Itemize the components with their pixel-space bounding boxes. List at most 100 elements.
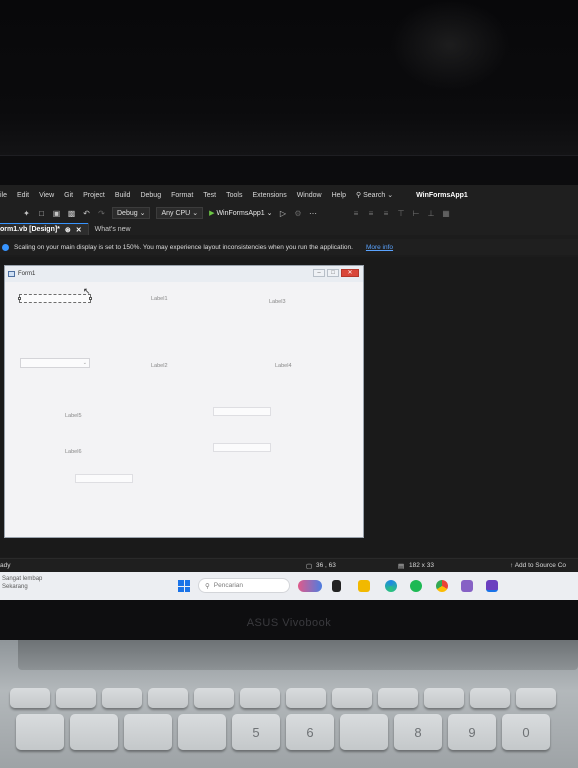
align-middle-icon[interactable]: ⊢ <box>412 209 421 218</box>
textbox-1[interactable] <box>18 294 92 303</box>
new-item-icon[interactable]: ✦ <box>22 209 31 218</box>
pin-icon[interactable]: ⊛ <box>65 226 71 234</box>
key-8[interactable]: 8 <box>394 714 442 750</box>
save-icon[interactable]: ▣ <box>52 209 61 218</box>
align-bottom-icon[interactable]: ⊥ <box>427 209 436 218</box>
taskbar-search-placeholder: Pencarian <box>213 582 244 589</box>
label-4[interactable]: Label4 <box>275 363 292 369</box>
label-6[interactable]: Label6 <box>65 449 82 455</box>
menu-debug[interactable]: Debug <box>135 192 166 199</box>
document-tabs: orm1.vb [Design]* ⊛ ✕ What's new <box>0 221 578 235</box>
edge-icon[interactable] <box>385 580 397 592</box>
more-info-link[interactable]: More info <box>366 244 393 251</box>
undo-icon[interactable]: ↶ <box>82 209 91 218</box>
vs-status-bar: ady ▢ 36 , 63 ▤ 182 x 33 ↑ Add to Source… <box>0 558 578 572</box>
menu-file[interactable]: ile <box>0 192 12 199</box>
key[interactable] <box>340 714 388 750</box>
laptop-bezel-top <box>0 155 578 185</box>
visual-studio-running-icon[interactable] <box>486 580 498 592</box>
configuration-dropdown[interactable]: Debug ⌄ <box>112 207 151 219</box>
function-key[interactable] <box>332 688 372 708</box>
textbox-4[interactable] <box>75 474 133 483</box>
key-0[interactable]: 0 <box>502 714 550 750</box>
function-key[interactable] <box>194 688 234 708</box>
status-ready: ady <box>0 562 11 569</box>
start-debugging-button[interactable]: ▶ WinFormsApp1 ⌄ <box>209 209 272 217</box>
key-5[interactable]: 5 <box>232 714 280 750</box>
menu-help[interactable]: Help <box>327 192 351 199</box>
align-right-icon[interactable]: ≡ <box>382 209 391 218</box>
align-top-icon[interactable]: ⊤ <box>397 209 406 218</box>
form-client-area[interactable]: ↖ Label1 Label3 ⌄ Label2 Label4 Label5 L… <box>5 282 363 537</box>
windows-start-icon[interactable] <box>178 580 190 592</box>
maximize-icon: □ <box>327 269 339 277</box>
textbox-2[interactable] <box>213 407 271 416</box>
search-menu[interactable]: ⚲ Search ⌄ <box>351 191 398 199</box>
resize-handle-left[interactable] <box>18 297 21 300</box>
menu-build[interactable]: Build <box>110 192 136 199</box>
function-key[interactable] <box>56 688 96 708</box>
overflow-icon[interactable]: ⋯ <box>309 209 318 218</box>
label-2[interactable]: Label2 <box>151 363 168 369</box>
hot-reload-icon[interactable]: ⚙ <box>294 209 303 218</box>
textbox-3[interactable] <box>213 443 271 452</box>
start-without-debugging-icon[interactable]: ▷ <box>279 209 288 218</box>
arrow-up-icon: ↑ <box>510 562 514 569</box>
task-view-icon[interactable] <box>332 580 341 592</box>
function-key[interactable] <box>286 688 326 708</box>
chrome-icon[interactable] <box>436 580 448 592</box>
function-key[interactable] <box>424 688 464 708</box>
widgets-app-icon[interactable] <box>298 580 322 592</box>
resize-handle-right[interactable] <box>89 297 92 300</box>
function-key[interactable] <box>240 688 280 708</box>
dark-room-background <box>0 0 578 160</box>
file-explorer-icon[interactable] <box>358 580 370 592</box>
menu-test[interactable]: Test <box>198 192 221 199</box>
redo-icon[interactable]: ↷ <box>97 209 106 218</box>
function-key[interactable] <box>102 688 142 708</box>
key-9[interactable]: 9 <box>448 714 496 750</box>
menu-tools[interactable]: Tools <box>221 192 247 199</box>
add-to-source-control-button[interactable]: ↑ Add to Source Co <box>510 562 566 569</box>
menu-project[interactable]: Project <box>78 192 110 199</box>
menu-view[interactable]: View <box>34 192 59 199</box>
function-key[interactable] <box>516 688 556 708</box>
key[interactable] <box>124 714 172 750</box>
key-6[interactable]: 6 <box>286 714 334 750</box>
make-same-size-icon[interactable]: ▦ <box>442 209 451 218</box>
align-center-icon[interactable]: ≡ <box>367 209 376 218</box>
function-key-row <box>10 688 556 708</box>
taskbar-search[interactable]: ⚲ Pencarian <box>198 578 290 593</box>
save-all-icon[interactable]: ▩ <box>67 209 76 218</box>
menu-edit[interactable]: Edit <box>12 192 34 199</box>
label-5[interactable]: Label5 <box>65 413 82 419</box>
menu-format[interactable]: Format <box>166 192 198 199</box>
spotify-icon[interactable] <box>410 580 422 592</box>
align-left-icon[interactable]: ≡ <box>352 209 361 218</box>
menu-git[interactable]: Git <box>59 192 78 199</box>
function-key[interactable] <box>378 688 418 708</box>
open-file-icon[interactable]: □ <box>37 209 46 218</box>
key[interactable] <box>178 714 226 750</box>
label-3[interactable]: Label3 <box>269 299 286 305</box>
function-key[interactable] <box>470 688 510 708</box>
function-key[interactable] <box>10 688 50 708</box>
winforms-form[interactable]: Form1 – □ ✕ ↖ Label1 Label3 ⌄ Label2 Lab… <box>4 265 364 538</box>
caption-buttons: – □ ✕ <box>313 269 359 277</box>
label-1[interactable]: Label1 <box>151 296 168 302</box>
configuration-value: Debug <box>117 210 138 217</box>
function-key[interactable] <box>148 688 188 708</box>
weather-time: Sekarang <box>2 584 28 590</box>
platform-dropdown[interactable]: Any CPU ⌄ <box>156 207 204 219</box>
menu-extensions[interactable]: Extensions <box>247 192 291 199</box>
close-icon[interactable]: ✕ <box>76 226 82 234</box>
tab-whats-new[interactable]: What's new <box>87 223 137 235</box>
visual-studio-icon[interactable] <box>461 580 473 592</box>
key[interactable] <box>16 714 64 750</box>
key[interactable] <box>70 714 118 750</box>
source-control-label: Add to Source Co <box>514 562 567 569</box>
menu-window[interactable]: Window <box>292 192 327 199</box>
tab-form1-design[interactable]: orm1.vb [Design]* ⊛ ✕ <box>0 223 88 235</box>
weather-widget[interactable]: Sangat lembap Sekarang <box>2 575 42 591</box>
combobox-1[interactable]: ⌄ <box>20 358 90 368</box>
